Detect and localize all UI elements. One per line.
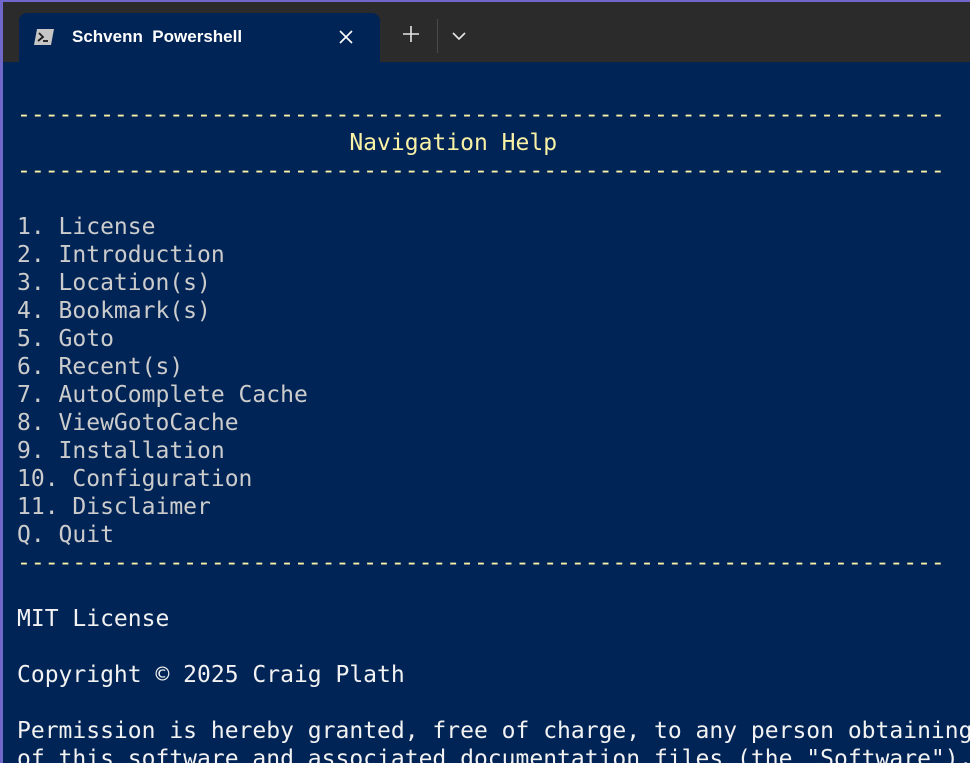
menu-item: 6. Recent(s): [17, 354, 184, 380]
rule-bottom: ----------------------------------------…: [17, 550, 945, 576]
license-title: MIT License: [17, 606, 170, 632]
rule-top: ----------------------------------------…: [17, 102, 945, 128]
terminal-output[interactable]: ----------------------------------------…: [17, 62, 970, 763]
license-text-line: Permission is hereby granted, free of ch…: [17, 718, 970, 744]
menu-item: 10. Configuration: [17, 466, 253, 492]
chevron-down-icon[interactable]: [449, 26, 469, 46]
terminal-window: Schvenn Powershell ---------------------…: [0, 0, 970, 763]
rule-heading: ----------------------------------------…: [17, 158, 945, 184]
menu-item: 8. ViewGotoCache: [17, 410, 239, 436]
menu-heading: Navigation Help: [17, 130, 558, 156]
tab-divider: [437, 19, 438, 53]
powershell-icon: [34, 29, 54, 45]
copyright-line: Copyright © 2025 Craig Plath: [17, 662, 405, 688]
menu-item: 4. Bookmark(s): [17, 298, 211, 324]
close-icon[interactable]: [336, 27, 356, 47]
menu-item: 5. Goto: [17, 326, 114, 352]
menu-item: 1. License: [17, 214, 156, 240]
tab-powershell[interactable]: Schvenn Powershell: [19, 13, 380, 62]
menu-item: 2. Introduction: [17, 242, 225, 268]
plus-icon[interactable]: [401, 24, 421, 44]
title-bar: Schvenn Powershell: [3, 2, 970, 62]
menu-item: 9. Installation: [17, 438, 225, 464]
menu-item: Q. Quit: [17, 522, 114, 548]
menu-item: 11. Disclaimer: [17, 494, 211, 520]
menu-item: 7. AutoComplete Cache: [17, 382, 308, 408]
license-text-line: of this software and associated document…: [17, 746, 970, 763]
tab-title: Schvenn Powershell: [72, 27, 243, 46]
menu-item: 3. Location(s): [17, 270, 211, 296]
